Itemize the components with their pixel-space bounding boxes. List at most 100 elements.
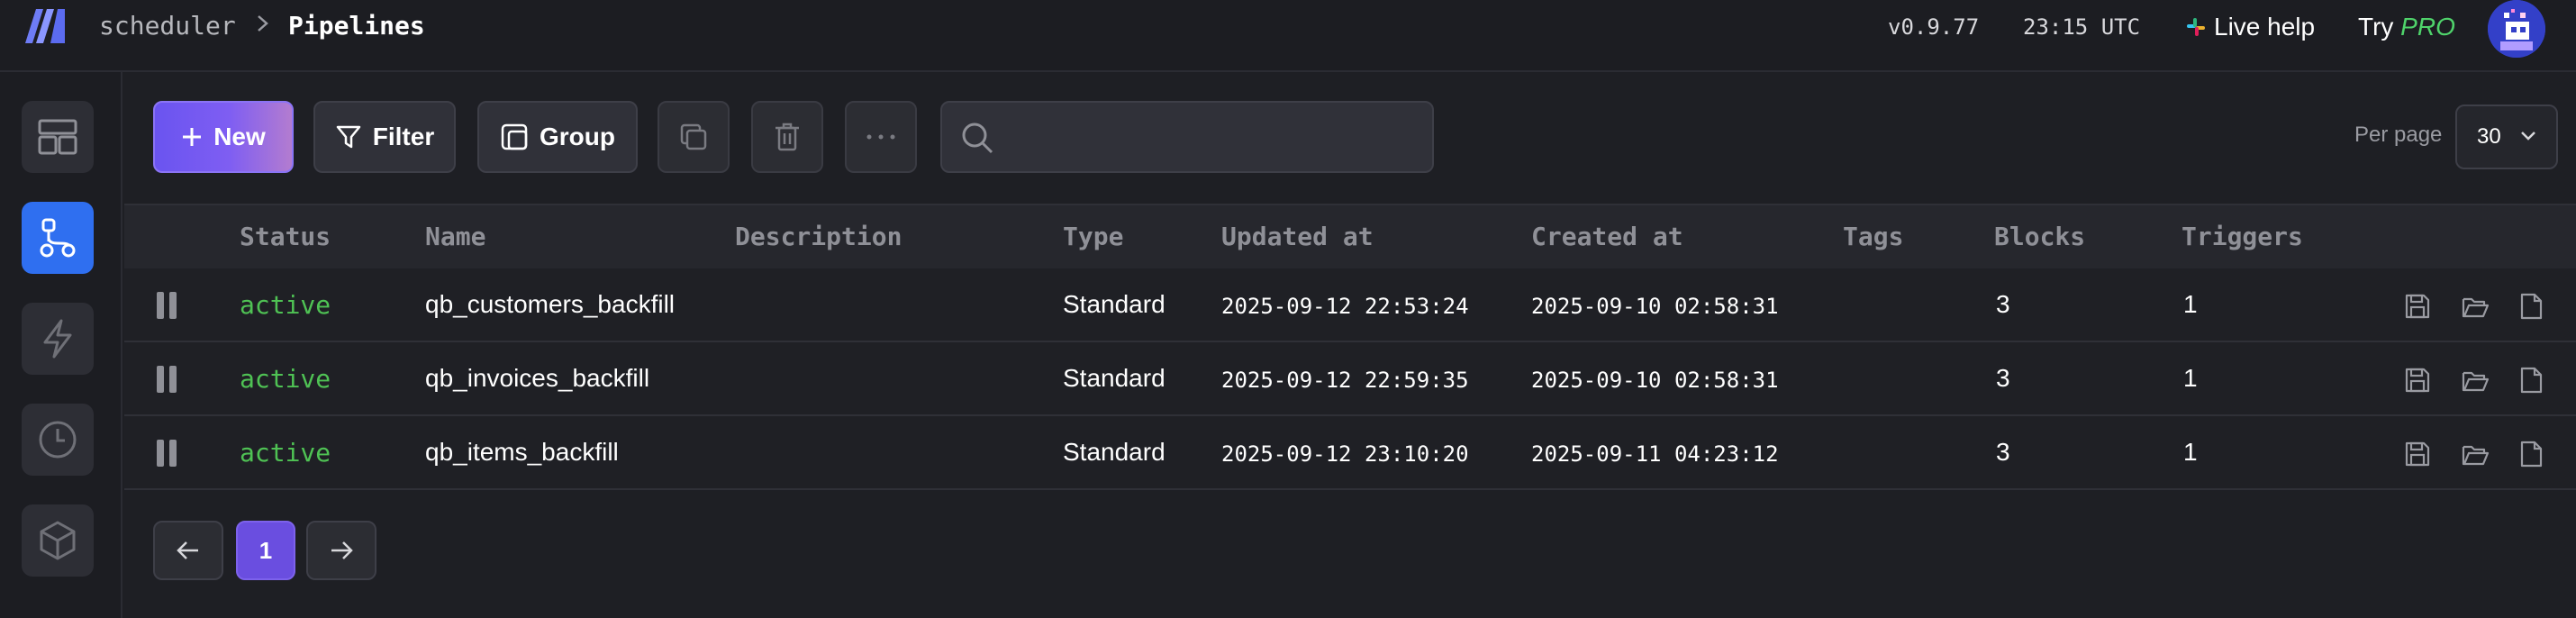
page-title: Pipelines — [288, 11, 425, 41]
pipelines-icon — [40, 218, 76, 258]
status-cell: active — [240, 290, 331, 320]
slack-icon — [2187, 18, 2205, 36]
triggers-icon — [43, 319, 72, 359]
try-pro-link[interactable]: Try PRO — [2358, 13, 2455, 41]
column-triggers[interactable]: Triggers — [2181, 222, 2303, 251]
search-box[interactable] — [940, 101, 1434, 173]
file-icon[interactable] — [2517, 292, 2545, 321]
type-cell: Standard — [1063, 438, 1166, 466]
copy-icon — [680, 123, 707, 150]
sidebar-item-triggers[interactable] — [22, 303, 94, 375]
name-cell[interactable]: qb_customers_backfill — [425, 290, 675, 319]
pause-icon[interactable] — [157, 366, 180, 393]
name-cell[interactable]: qb_invoices_backfill — [425, 364, 649, 393]
more-actions-button[interactable] — [845, 101, 917, 173]
group-icon — [501, 123, 528, 150]
file-icon[interactable] — [2517, 440, 2545, 468]
column-status[interactable]: Status — [240, 222, 331, 251]
column-tags[interactable]: Tags — [1843, 222, 1903, 251]
search-input[interactable] — [1012, 115, 1409, 159]
blocks-cell: 3 — [1996, 438, 2010, 466]
column-name[interactable]: Name — [425, 222, 485, 251]
breadcrumb-app[interactable]: scheduler — [99, 11, 236, 41]
plus-icon — [183, 128, 202, 146]
clone-button[interactable] — [658, 101, 730, 173]
current-page-number: 1 — [259, 536, 273, 564]
mage-logo-icon[interactable] — [23, 5, 70, 45]
filter-icon — [336, 125, 361, 149]
sidebar-item-overview[interactable] — [22, 101, 94, 173]
folder-open-icon[interactable] — [2461, 366, 2490, 395]
created-at-cell: 2025-09-10 02:58:31 — [1531, 368, 1779, 393]
triggers-cell: 1 — [2183, 364, 2198, 392]
blocks-cell: 3 — [1996, 290, 2010, 318]
previous-page-button[interactable] — [153, 521, 223, 580]
triggers-cell: 1 — [2183, 438, 2198, 466]
sidebar-item-history[interactable] — [22, 404, 94, 476]
new-pipeline-button[interactable]: New — [153, 101, 294, 173]
chevron-right-icon — [258, 15, 268, 32]
filter-button[interactable]: Filter — [313, 101, 456, 173]
toolbar: New Filter Group Per page 30 — [124, 72, 2576, 204]
per-page-label: Per page — [2354, 123, 2443, 147]
next-page-button[interactable] — [306, 521, 376, 580]
type-cell: Standard — [1063, 364, 1166, 392]
file-icon[interactable] — [2517, 366, 2545, 395]
sidebar — [0, 72, 122, 618]
arrow-left-icon — [177, 541, 198, 559]
triggers-cell: 1 — [2183, 290, 2198, 318]
folder-open-icon[interactable] — [2461, 440, 2490, 468]
status-cell: active — [240, 364, 331, 394]
pro-label: PRO — [2400, 13, 2455, 41]
pause-icon[interactable] — [157, 440, 180, 467]
search-icon — [962, 123, 993, 154]
save-icon[interactable] — [2403, 440, 2432, 468]
save-icon[interactable] — [2403, 366, 2432, 395]
sidebar-item-blocks[interactable] — [22, 504, 94, 577]
chevron-down-icon — [2521, 132, 2535, 141]
per-page-select[interactable]: 30 — [2455, 105, 2558, 169]
save-icon[interactable] — [2403, 292, 2432, 321]
user-avatar[interactable] — [2488, 0, 2545, 58]
folder-open-icon[interactable] — [2461, 292, 2490, 321]
table-row[interactable]: active qb_invoices_backfill Standard 202… — [124, 342, 2576, 416]
status-cell: active — [240, 438, 331, 468]
delete-button[interactable] — [751, 101, 823, 173]
try-label: Try — [2358, 13, 2394, 41]
new-label: New — [213, 123, 266, 150]
created-at-cell: 2025-09-11 04:23:12 — [1531, 441, 1779, 467]
utc-clock: 23:15 UTC — [2023, 14, 2141, 40]
type-cell: Standard — [1063, 290, 1166, 318]
column-created-at[interactable]: Created at — [1531, 222, 1683, 251]
column-updated-at[interactable]: Updated at — [1221, 222, 1374, 251]
history-icon — [39, 421, 77, 459]
top-header: scheduler Pipelines v0.9.77 23:15 UTC Li… — [0, 0, 2576, 72]
column-description[interactable]: Description — [735, 222, 902, 251]
updated-at-cell: 2025-09-12 23:10:20 — [1221, 441, 1469, 467]
arrow-right-icon — [331, 541, 353, 559]
blocks-cell: 3 — [1996, 364, 2010, 392]
group-button[interactable]: Group — [477, 101, 638, 173]
filter-label: Filter — [372, 123, 435, 150]
version-label: v0.9.77 — [1888, 14, 1980, 40]
blocks-icon — [40, 521, 76, 560]
updated-at-cell: 2025-09-12 22:53:24 — [1221, 294, 1469, 319]
column-blocks[interactable]: Blocks — [1994, 222, 2085, 251]
sidebar-item-pipelines[interactable] — [22, 202, 94, 274]
pause-icon[interactable] — [157, 292, 180, 319]
dashboard-icon — [38, 119, 77, 155]
ellipsis-icon — [866, 134, 895, 140]
updated-at-cell: 2025-09-12 22:59:35 — [1221, 368, 1469, 393]
trash-icon — [776, 123, 799, 151]
table-row[interactable]: active qb_items_backfill Standard 2025-0… — [124, 416, 2576, 490]
avatar-icon — [2488, 0, 2545, 58]
page-button-current[interactable]: 1 — [236, 521, 295, 580]
column-type[interactable]: Type — [1063, 222, 1123, 251]
created-at-cell: 2025-09-10 02:58:31 — [1531, 294, 1779, 319]
table-header: Status Name Description Type Updated at … — [124, 204, 2576, 268]
live-help-link[interactable]: Live help — [2185, 13, 2315, 41]
name-cell[interactable]: qb_items_backfill — [425, 438, 619, 467]
table-row[interactable]: active qb_customers_backfill Standard 20… — [124, 268, 2576, 342]
live-help-label: Live help — [2214, 13, 2316, 41]
per-page-value: 30 — [2477, 124, 2501, 149]
